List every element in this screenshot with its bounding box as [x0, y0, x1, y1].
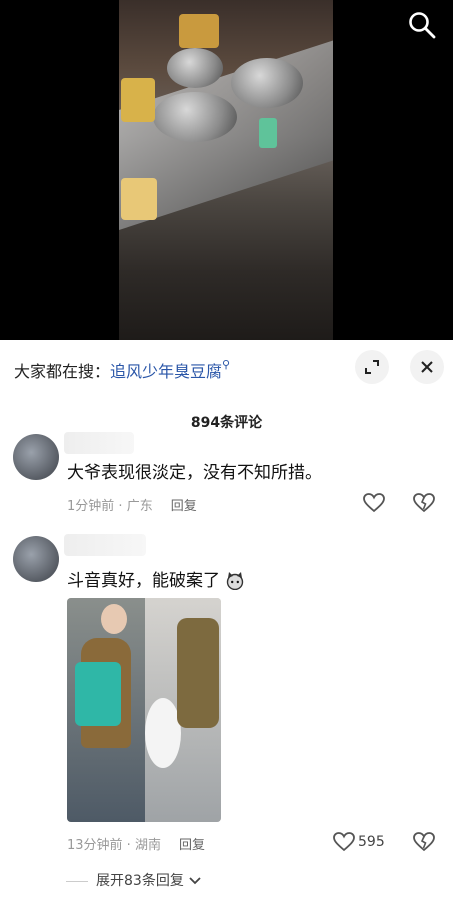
avatar[interactable] — [13, 536, 59, 582]
broken-heart-icon[interactable] — [413, 493, 435, 513]
teal-apron — [75, 662, 121, 726]
comment-location: 湖南 — [134, 838, 161, 853]
comment-time: 1分钟前 — [67, 499, 115, 514]
comment-image[interactable] — [67, 598, 221, 822]
avatar[interactable] — [13, 434, 59, 480]
person-figure — [177, 618, 219, 728]
comments-count-title: 894条评论 — [190, 415, 263, 431]
close-button[interactable] — [410, 350, 444, 384]
pot — [231, 58, 303, 108]
hot-search-prefix: 大家都在搜： — [14, 362, 111, 381]
search-small-icon: ⚲ — [222, 358, 231, 371]
comment-meta: 13分钟前 · 湖南 回复 — [67, 838, 205, 853]
comment-location: 广东 — [126, 499, 153, 514]
comment-time: 13分钟前 — [67, 838, 123, 853]
reply-button[interactable]: 回复 — [179, 838, 205, 853]
video-player[interactable] — [0, 0, 453, 340]
expand-replies-label: 展开83条回复 — [96, 873, 184, 889]
video-frame — [119, 0, 333, 340]
username-blurred[interactable] — [64, 534, 146, 556]
comment-text-body: 斗音真好，能破案了 — [67, 571, 220, 591]
divider-line — [66, 880, 88, 882]
sink — [145, 698, 181, 768]
hot-search-query[interactable]: 追风少年臭豆腐 — [110, 362, 222, 381]
comment-meta: 1分钟前 · 广东 回复 — [67, 499, 197, 514]
hot-search-bar[interactable]: 大家都在搜：追风少年臭豆腐⚲ — [14, 358, 230, 382]
green-bottle — [259, 118, 277, 148]
person-face — [101, 604, 127, 634]
expand-replies[interactable]: 展开83条回复 — [66, 870, 202, 890]
food-tray — [179, 14, 219, 48]
close-icon — [421, 361, 433, 373]
heart-icon[interactable] — [333, 832, 355, 852]
comment-sheet: 大家都在搜：追风少年臭豆腐⚲ 894条评论 大爷表现很淡定，没有不知所措。 1分… — [0, 340, 453, 905]
cat-emoji-icon — [225, 572, 245, 591]
broken-heart-icon[interactable] — [413, 832, 435, 852]
heart-icon[interactable] — [363, 493, 385, 513]
expand-icon — [365, 360, 379, 374]
comment-text: 斗音真好，能破案了 — [67, 566, 245, 591]
pot — [153, 92, 237, 142]
pot — [167, 48, 223, 88]
food-item — [121, 178, 157, 220]
chevron-down-icon — [189, 877, 201, 885]
comment-text: 大爷表现很淡定，没有不知所措。 — [67, 463, 322, 483]
expand-button[interactable] — [355, 350, 389, 384]
search-icon[interactable] — [407, 10, 437, 40]
reply-button[interactable]: 回复 — [171, 499, 197, 514]
username-blurred[interactable] — [64, 432, 134, 454]
food-tray — [121, 78, 155, 122]
like-count: 595 — [358, 834, 385, 850]
